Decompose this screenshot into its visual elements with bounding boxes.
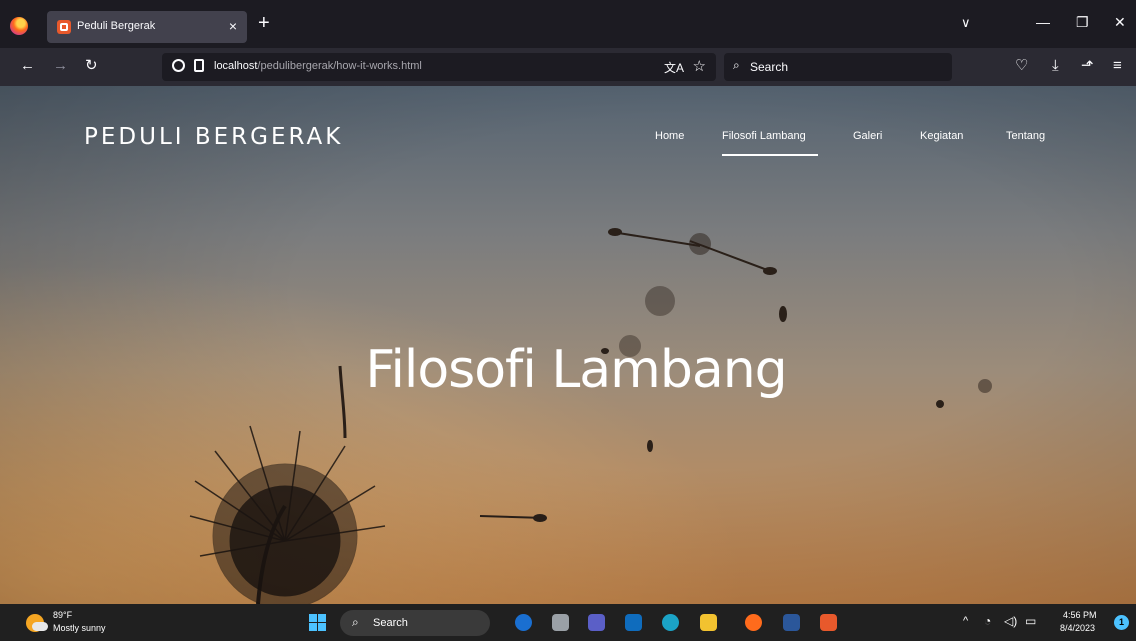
forward-icon[interactable]: →	[53, 57, 68, 75]
taskbar-search-icon: ⌕	[352, 615, 359, 629]
xampp-icon[interactable]	[820, 614, 837, 631]
clock-time[interactable]: 4:56 PM	[1063, 610, 1097, 620]
extensions-icon[interactable]: ⬏	[1081, 57, 1094, 75]
address-bar[interactable]: localhost/pedulibergerak/how-it-works.ht…	[162, 53, 716, 81]
url-path: /pedulibergerak/how-it-works.html	[257, 60, 422, 72]
file-explorer-icon[interactable]	[700, 614, 717, 631]
pocket-icon[interactable]: ♡	[1015, 57, 1028, 75]
hero-title: Filosofi Lambang	[365, 340, 787, 400]
app-menu-icon[interactable]: ≡	[1113, 57, 1122, 75]
bing-icon[interactable]	[515, 614, 532, 631]
search-bar[interactable]: ⌕ Search	[724, 53, 952, 81]
close-window-icon[interactable]: ✕	[1114, 14, 1126, 31]
xampp-favicon-icon	[57, 20, 71, 34]
tracking-protection-icon[interactable]	[172, 59, 185, 72]
word-icon[interactable]	[783, 614, 800, 631]
firefox-menu-icon[interactable]	[10, 17, 28, 35]
taskbar-search-label: Search	[373, 617, 408, 629]
task-view-icon[interactable]	[552, 614, 569, 631]
hero-section: PEDULI BERGERAK Home Filosofi Lambang Ga…	[0, 86, 1136, 604]
site-nav-galeri[interactable]: Galeri	[853, 130, 882, 142]
url-text[interactable]: localhost/pedulibergerak/how-it-works.ht…	[214, 60, 422, 72]
minimize-icon[interactable]: —	[1036, 14, 1050, 30]
site-nav-tentang[interactable]: Tentang	[1006, 130, 1045, 142]
browser-toolbar: ← → ↻ localhost/pedulibergerak/how-it-wo…	[0, 48, 1136, 86]
list-all-tabs-icon[interactable]: ∨	[961, 15, 971, 31]
teams-icon[interactable]	[588, 614, 605, 631]
mail-icon[interactable]	[625, 614, 642, 631]
battery-icon[interactable]: ▭	[1025, 614, 1036, 628]
url-host: localhost	[214, 60, 258, 72]
site-brand-logo[interactable]: PEDULI BERGERAK	[84, 124, 343, 150]
firefox-taskbar-icon[interactable]	[745, 614, 762, 631]
active-nav-underline	[722, 154, 818, 156]
show-hidden-icons-icon[interactable]: ^	[963, 615, 968, 627]
site-nav-filosofi-lambang[interactable]: Filosofi Lambang	[722, 130, 806, 142]
weather-icon[interactable]	[26, 614, 48, 632]
new-tab-icon[interactable]: +	[258, 13, 270, 33]
page-info-icon[interactable]	[194, 59, 204, 72]
clock-date[interactable]: 8/4/2023	[1060, 623, 1095, 633]
search-icon: ⌕	[733, 58, 740, 72]
search-placeholder: Search	[750, 60, 789, 74]
browser-tab-bar: Peduli Bergerak × + ∨ — ❐ ✕	[0, 0, 1136, 48]
edge-icon[interactable]	[662, 614, 679, 631]
taskbar-search[interactable]: ⌕ Search	[340, 610, 490, 636]
site-nav-home[interactable]: Home	[655, 130, 684, 142]
tab-title: Peduli Bergerak	[77, 20, 156, 32]
notification-badge[interactable]: 1	[1114, 615, 1129, 630]
bookmark-star-icon[interactable]: ☆	[693, 57, 706, 75]
maximize-icon[interactable]: ❐	[1076, 14, 1089, 31]
back-icon[interactable]: ←	[20, 57, 35, 75]
downloads-icon[interactable]: ⤓	[1052, 57, 1059, 75]
weather-temperature[interactable]: 89°F	[53, 610, 72, 620]
volume-icon[interactable]: ◁)	[1004, 614, 1017, 628]
site-nav-kegiatan[interactable]: Kegiatan	[920, 130, 963, 142]
wifi-icon[interactable]: ◔	[984, 614, 991, 628]
translate-icon[interactable]: 文A	[664, 59, 684, 76]
browser-tab[interactable]: Peduli Bergerak ×	[47, 11, 247, 43]
tab-close-icon[interactable]: ×	[229, 18, 237, 34]
reload-icon[interactable]: ↻	[85, 57, 98, 75]
weather-condition[interactable]: Mostly sunny	[53, 623, 106, 633]
windows-start-icon[interactable]	[309, 614, 326, 631]
windows-taskbar: 89°F Mostly sunny ⌕ Search ^ ◔ ◁) ▭ 4:56…	[0, 604, 1136, 641]
